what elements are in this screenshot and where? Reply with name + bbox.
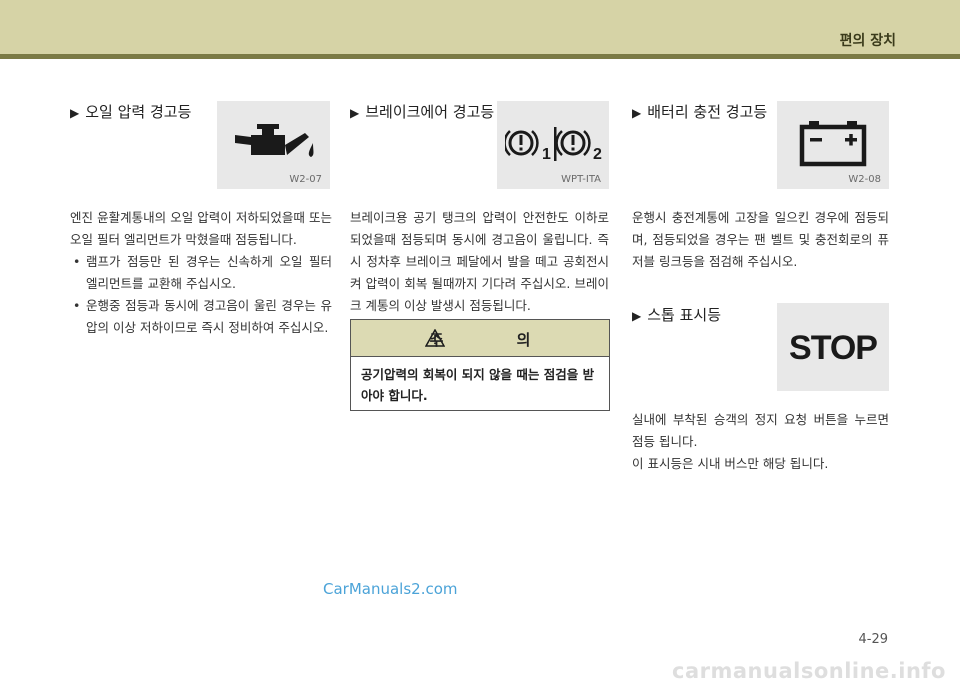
triangle-bullet-icon: ▶	[632, 309, 642, 323]
triangle-bullet-icon: ▶	[632, 106, 642, 120]
list-item: 램프가 점등만 된 경우는 신속하게 오일 필터 엘리먼트를 교환해 주십시오.	[70, 251, 332, 295]
oil-description: 엔진 윤활계통내의 오일 압력이 저하되었을때 또는 오일 필터 엘리먼트가 막…	[70, 207, 332, 339]
caution-body: 공기압력의 회복이 되지 않을 때는 점검을 받아야 합니다.	[361, 367, 595, 403]
icon-code: WPT-ITA	[561, 174, 601, 185]
battery-description: 운행시 충전계통에 고장을 일으킨 경우에 점등되며, 점등되었을 경우는 팬 …	[632, 207, 889, 273]
caution-box: 주 의 공기압력의 회복이 되지 않을 때는 점검을 받아야 합니다.	[350, 319, 610, 411]
brake-warning-icon: 1 2	[505, 127, 602, 163]
brake-circuit-1: 1	[542, 146, 551, 163]
stop-section-title: ▶ 스톱 표시등	[632, 306, 722, 324]
battery-icon	[799, 121, 867, 167]
oil-body: 엔진 윤활계통내의 오일 압력이 저하되었을때 또는 오일 필터 엘리먼트가 막…	[70, 210, 332, 247]
triangle-bullet-icon: ▶	[350, 106, 360, 120]
footer-watermark: carmanualsonline.info	[672, 659, 946, 683]
brake-circuit-2: 2	[593, 146, 602, 163]
list-item: 운행중 점등과 동시에 경고음이 울린 경우는 유압의 이상 저하이므로 즉시 …	[70, 295, 332, 339]
stop-body-1: 실내에 부착된 승객의 정지 요청 버튼을 누르면 점등 됩니다.	[632, 412, 889, 449]
battery-body: 운행시 충전계통에 고장을 일으킨 경우에 점등되며, 점등되었을 경우는 팬 …	[632, 210, 889, 269]
header-rule	[0, 54, 960, 59]
brake-description: 브레이크용 공기 탱크의 압력이 안전한도 이하로 되었을때 점등되며 동시에 …	[350, 207, 609, 317]
stop-icon-box: STOP	[777, 303, 889, 391]
watermark-link[interactable]: CarManuals2.com	[323, 580, 458, 598]
brake-section-title: ▶ 브레이크에어 경고등	[350, 103, 495, 121]
triangle-bullet-icon: ▶	[70, 106, 80, 120]
header-bar	[0, 0, 960, 54]
stop-description: 실내에 부착된 승객의 정지 요청 버튼을 누르면 점등 됩니다. 이 표시등은…	[632, 409, 889, 475]
brake-body: 브레이크용 공기 탱크의 압력이 안전한도 이하로 되었을때 점등되며 동시에 …	[350, 210, 609, 313]
oil-bullet-list: 램프가 점등만 된 경우는 신속하게 오일 필터 엘리먼트를 교환해 주십시오.…	[70, 251, 332, 339]
icon-code: W2-07	[289, 174, 322, 185]
oil-pressure-icon-box: W2-07	[217, 101, 330, 189]
page-number: 4-29	[858, 632, 888, 647]
caution-header: 주 의	[351, 320, 609, 357]
chapter-title: 편의 장치	[839, 33, 896, 49]
battery-section-title: ▶ 배터리 충전 경고등	[632, 103, 768, 121]
oil-can-icon	[235, 124, 314, 157]
stop-body-2: 이 표시등은 시내 버스만 해당 됩니다.	[632, 456, 829, 471]
oil-section-title: ▶ 오일 압력 경고등	[70, 103, 192, 121]
caution-title: 주 의	[429, 331, 565, 349]
stop-lamp-icon: STOP	[789, 329, 878, 367]
icon-code: W2-08	[848, 174, 881, 185]
brake-air-icon-box: 1 2 WPT-ITA	[497, 101, 609, 189]
battery-icon-box: W2-08	[777, 101, 889, 189]
